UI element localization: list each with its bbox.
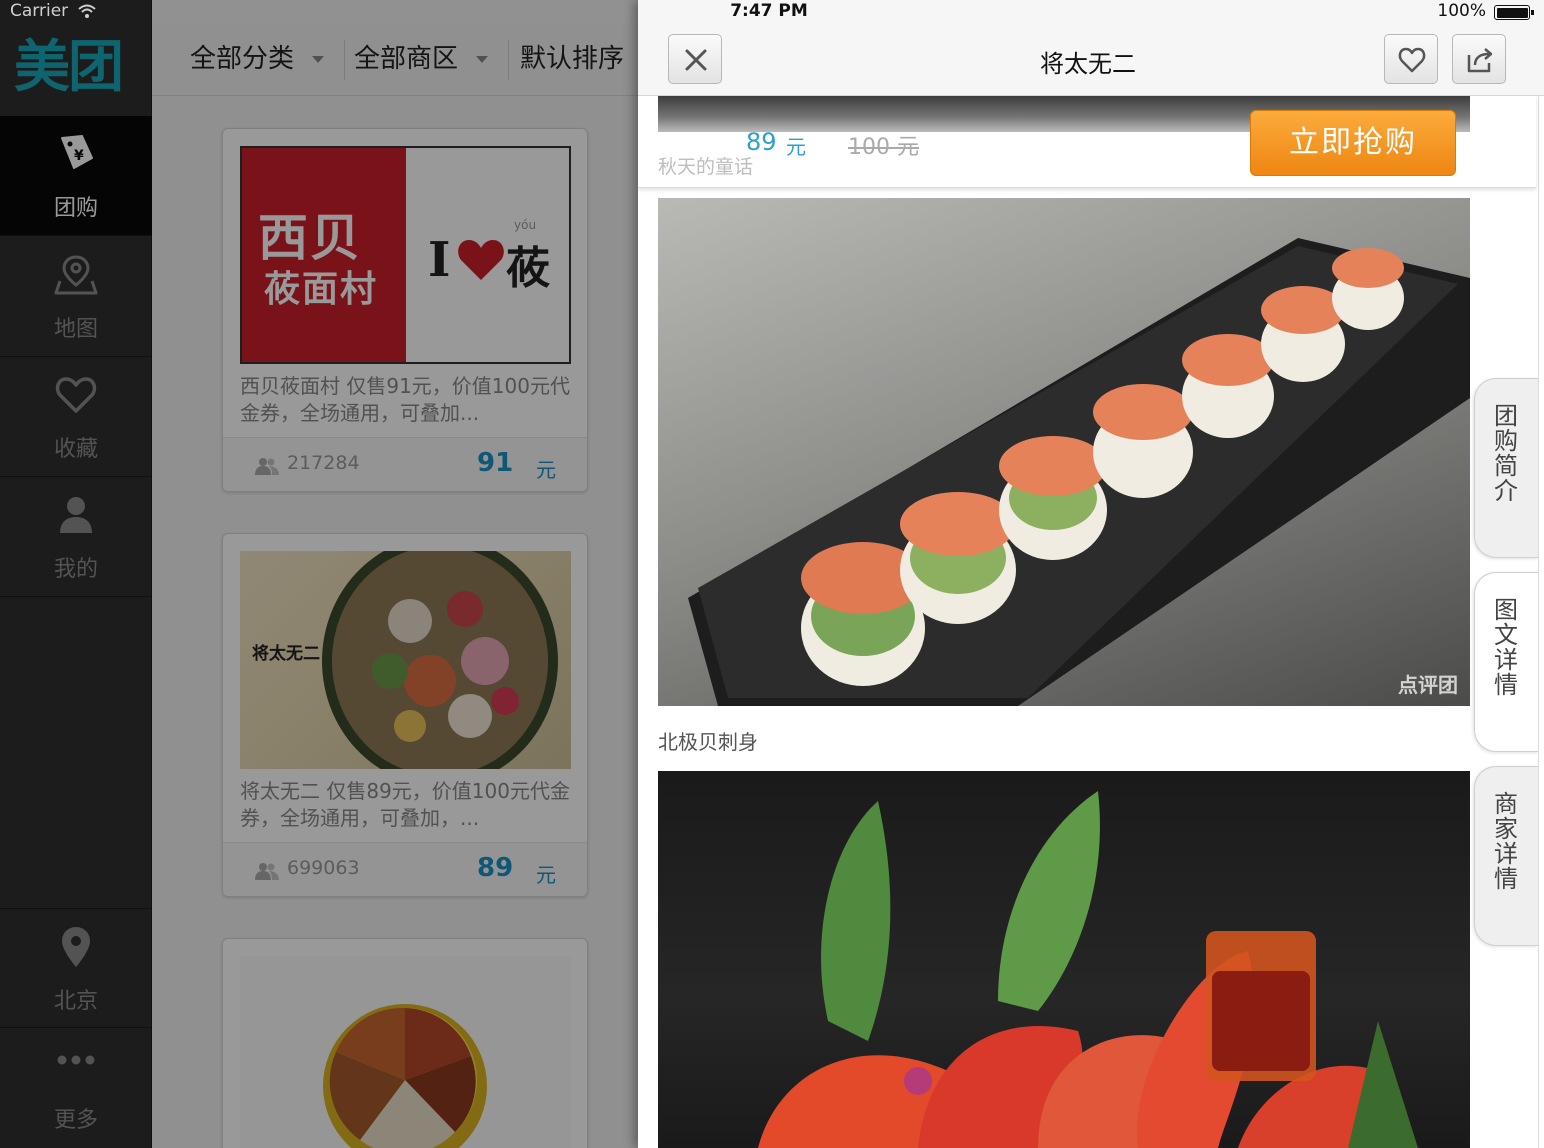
panel-edge: [1538, 96, 1544, 1148]
side-tab-deal-summary[interactable]: 团购简介: [1474, 378, 1538, 558]
share-icon: [1467, 48, 1493, 73]
share-button[interactable]: [1452, 34, 1506, 84]
detail-photo: 点评团: [658, 198, 1470, 706]
buy-now-button[interactable]: 立即抢购: [1250, 110, 1456, 176]
detail-photo: [658, 771, 1470, 1148]
side-tab-label: 团购简介: [1494, 402, 1518, 505]
buy-bar: 秋天的童话 89 元 100 元 立即抢购: [638, 96, 1536, 188]
heart-outline-icon: [1398, 47, 1426, 73]
sashimi-photo: [758, 791, 1418, 1148]
side-tab-merchant-details[interactable]: 商家详情: [1474, 766, 1538, 946]
original-price: 100 元: [848, 135, 919, 160]
detail-header: 将太无二: [638, 0, 1544, 96]
deal-detail-panel: 将太无二 秋天的童话 89 元 100 元 立即抢购 点评团 北极贝刺身 团购简…: [638, 0, 1544, 1148]
photo-caption: 秋天的童话: [658, 156, 754, 178]
buy-price-unit: 元: [786, 135, 806, 159]
photo-caption: 北极贝刺身: [658, 730, 758, 754]
favorite-button[interactable]: [1384, 34, 1438, 84]
modal-dim-overlay[interactable]: [0, 0, 638, 1148]
photo-watermark: 点评团: [1398, 673, 1458, 697]
sushi-photo: [688, 238, 1470, 706]
detail-scroll-area[interactable]: 点评团 北极贝刺身: [638, 96, 1544, 1148]
side-tab-label: 图文详情: [1494, 596, 1518, 699]
buy-price: 89: [746, 128, 777, 156]
side-tab-label: 商家详情: [1494, 790, 1518, 893]
side-tab-photo-details[interactable]: 图文详情: [1474, 572, 1538, 752]
